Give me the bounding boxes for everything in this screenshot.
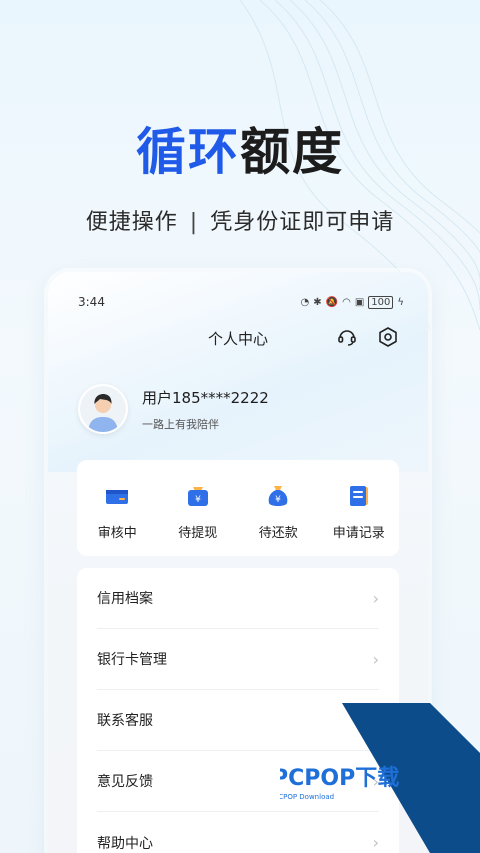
- hero-title: 循环额度: [0, 112, 480, 184]
- headset-icon[interactable]: [336, 326, 358, 348]
- watermark-sub: PCPOP Download: [280, 793, 334, 801]
- quick-action-label: 待还款: [258, 526, 298, 541]
- speed-icon: ◔: [300, 296, 310, 308]
- document-icon: [349, 486, 368, 506]
- sim-icon: ▣: [354, 296, 365, 308]
- avatar[interactable]: [78, 384, 128, 434]
- menu-item-bank-cards[interactable]: 银行卡管理 ›: [97, 629, 379, 690]
- menu-item-credit-file[interactable]: 信用档案 ›: [97, 568, 379, 629]
- chevron-right-icon: ›: [372, 649, 379, 669]
- mute-icon: 🔕: [325, 296, 339, 308]
- hero-subtitle-separator: |: [189, 210, 199, 235]
- menu-item-label: 银行卡管理: [97, 652, 167, 668]
- menu-item-label: 帮助中心: [97, 835, 153, 852]
- battery-icon: 100: [368, 295, 394, 309]
- quick-action-pending-repay[interactable]: ¥ 待还款: [238, 460, 319, 556]
- hero-subtitle-left: 便捷操作: [85, 210, 178, 235]
- charging-icon: ϟ: [397, 296, 404, 308]
- page-title: 个人中心: [207, 330, 268, 348]
- svg-text:¥: ¥: [275, 495, 281, 505]
- watermark-logo: PCPOP下载 PCPOP Download: [280, 703, 480, 853]
- wifi-icon: ◠: [342, 296, 351, 308]
- status-time: 3:44: [78, 295, 105, 309]
- bluetooth-icon: ✱: [313, 296, 322, 308]
- menu-item-label: 信用档案: [97, 591, 153, 607]
- svg-text:¥: ¥: [195, 495, 201, 505]
- quick-action-reviewing[interactable]: 审核中: [77, 460, 158, 556]
- menu-item-label: 联系客服: [97, 713, 153, 729]
- chevron-right-icon: ›: [372, 588, 379, 608]
- money-bag-icon: ¥: [268, 486, 288, 506]
- user-name: 用户185****2222: [142, 388, 269, 407]
- quick-action-records[interactable]: 申请记录: [319, 460, 400, 556]
- quick-actions: 审核中 ¥ 待提现 ¥ 待还款 申请记录: [77, 460, 399, 556]
- user-motto: 一路上有我陪伴: [142, 417, 219, 431]
- quick-action-label: 申请记录: [332, 526, 385, 541]
- hero-subtitle-right: 凭身份证即可申请: [210, 210, 395, 235]
- menu-item-label: 意见反馈: [97, 774, 153, 790]
- hero-title-rest: 额度: [240, 123, 344, 181]
- user-profile[interactable]: 用户185****2222 一路上有我陪伴: [78, 384, 269, 434]
- user-avatar-icon: [80, 386, 126, 432]
- quick-action-pending-withdraw[interactable]: ¥ 待提现: [158, 460, 239, 556]
- card-icon: [106, 490, 129, 504]
- gear-icon[interactable]: [377, 326, 399, 348]
- status-bar: 3:44 ◔ ✱ 🔕 ◠ ▣ 100 ϟ: [78, 294, 404, 310]
- quick-action-label: 审核中: [97, 526, 137, 541]
- quick-action-label: 待提现: [178, 526, 218, 541]
- hero-subtitle: 便捷操作 | 凭身份证即可申请: [0, 204, 480, 236]
- hero-title-accent: 循环: [136, 123, 240, 181]
- yuan-wallet-icon: ¥: [187, 487, 208, 506]
- watermark-brand: PCPOP下载: [280, 765, 399, 791]
